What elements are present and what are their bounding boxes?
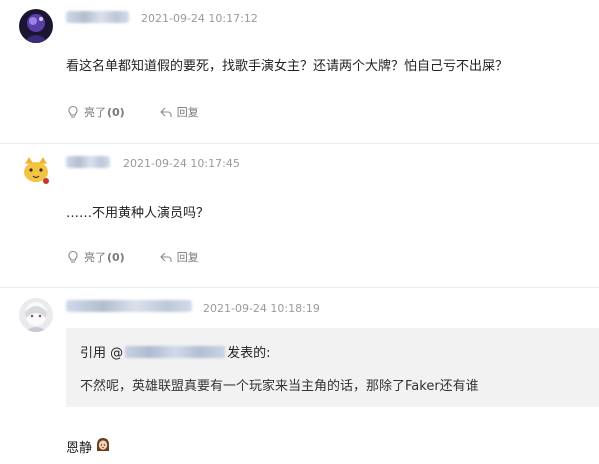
- reply-label: 回复: [176, 251, 199, 264]
- reply-button[interactable]: 回复: [159, 249, 199, 265]
- comment-actions: 亮了 (0) 回复: [66, 104, 233, 120]
- comment-text: ……不用黄种人演员吗？: [66, 206, 210, 221]
- comment-text-value: 恩静: [66, 440, 93, 456]
- quote-prefix: 引用 @: [80, 346, 124, 361]
- timestamp: 2021-09-24 10:17:12: [141, 12, 258, 25]
- avatar[interactable]: [19, 298, 53, 332]
- like-count: (0): [107, 105, 125, 119]
- comment-1: 2021-09-24 10:17:12 看这名单都知道假的要死，找歌手演女主？还…: [0, 0, 599, 143]
- like-button[interactable]: 亮了 (0): [66, 104, 125, 120]
- lightbulb-icon: [68, 105, 78, 118]
- comment-text: 恩静: [66, 436, 111, 456]
- reply-arrow-icon: [159, 107, 172, 117]
- quote-text: 不然呢，英雄联盟真要有一个玩家来当主角的话，那除了Faker还有谁: [80, 379, 479, 394]
- like-count: (0): [107, 250, 125, 264]
- username[interactable]: [66, 11, 129, 23]
- purple-character-avatar-icon: [19, 9, 53, 43]
- like-label: 亮了: [84, 106, 106, 119]
- username[interactable]: [66, 156, 110, 168]
- comment-text: 看这名单都知道假的要死，找歌手演女主？还请两个大牌？怕自己亏不出屎？: [66, 59, 509, 74]
- cat-avatar-icon: [19, 154, 53, 188]
- timestamp: 2021-09-24 10:17:45: [123, 157, 240, 170]
- quoted-username[interactable]: [125, 345, 226, 358]
- reply-arrow-icon: [159, 252, 172, 262]
- quote-header: 引用 @ 发表的:: [80, 342, 271, 361]
- lightbulb-icon: [68, 250, 78, 263]
- avatar[interactable]: [19, 9, 53, 43]
- timestamp: 2021-09-24 10:18:19: [203, 302, 320, 315]
- avatar[interactable]: [19, 154, 53, 188]
- comment-3: 2021-09-24 10:18:19 引用 @ 发表的: 不然呢，英雄联盟真要…: [0, 288, 599, 464]
- comment-2: 2021-09-24 10:17:45 ……不用黄种人演员吗？ 亮了 (0) 回复: [0, 144, 599, 287]
- like-button[interactable]: 亮了 (0): [66, 249, 125, 265]
- quote-suffix: 发表的:: [227, 346, 271, 361]
- girl-emoji-icon: [95, 436, 111, 456]
- comment-actions: 亮了 (0) 回复: [66, 249, 233, 265]
- like-label: 亮了: [84, 251, 106, 264]
- reply-button[interactable]: 回复: [159, 104, 199, 120]
- reply-label: 回复: [176, 106, 199, 119]
- username[interactable]: [66, 300, 192, 312]
- white-hair-anime-avatar-icon: [19, 298, 53, 332]
- quote-block: 引用 @ 发表的: 不然呢，英雄联盟真要有一个玩家来当主角的话，那除了Faker…: [66, 328, 599, 407]
